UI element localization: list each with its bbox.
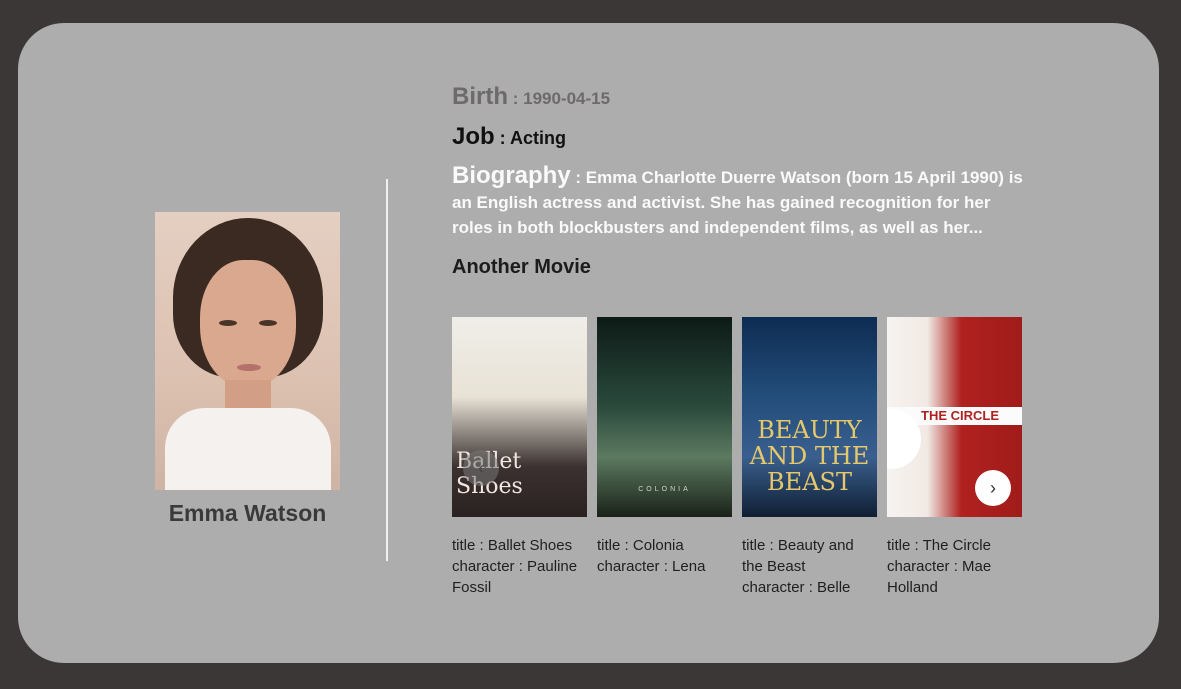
movie-title: Ballet Shoes	[487, 537, 573, 554]
biography-label: Biography	[452, 162, 571, 189]
job-separator: :	[494, 128, 510, 148]
character-label: character	[597, 558, 660, 575]
caption-separator: :	[620, 537, 633, 554]
caption-separator: :	[910, 537, 923, 554]
caption-separator: :	[804, 579, 818, 596]
profile-photo	[155, 212, 340, 490]
birth-separator: :	[508, 89, 524, 108]
person-detail-card: Emma Watson Birth : 1990-04-15 Job : Act…	[18, 23, 1159, 663]
person-info: Birth : 1990-04-15 Job : Acting Biograph…	[452, 83, 1032, 279]
person-name: Emma Watson	[168, 500, 327, 526]
biography-separator: :	[570, 168, 586, 187]
movie-poster[interactable]: Ballet Shoes	[452, 317, 587, 517]
caption-separator: :	[475, 537, 488, 554]
movie-caption: title : The Circle character : Mae Holla…	[887, 535, 1022, 598]
chevron-left-icon: ‹	[478, 457, 484, 478]
movie-carousel: Ballet Shoes title : Ballet Shoes charac…	[452, 317, 1022, 607]
job-label: Job	[452, 123, 495, 150]
movie-title: The Circle	[922, 537, 991, 554]
job-value: Acting	[510, 128, 566, 148]
biography-row: Biography : Emma Charlotte Duerre Watson…	[452, 163, 1032, 240]
movie-character: Belle	[817, 579, 851, 596]
movie-poster[interactable]: COLONIA	[597, 317, 732, 517]
poster-title: COLONIA	[638, 486, 691, 493]
title-label: title	[742, 537, 766, 554]
movie-caption: title : Ballet Shoes character : Pauline…	[452, 535, 587, 598]
title-label: title	[597, 537, 621, 554]
caption-separator: :	[765, 537, 778, 554]
chevron-right-icon: ›	[990, 477, 996, 498]
movie-card[interactable]: BEAUTY AND THE BEAST title : Beauty and …	[742, 317, 877, 598]
birth-label: Birth	[452, 83, 508, 110]
another-movie-heading: Another Movie	[452, 256, 591, 278]
character-label: character	[887, 558, 950, 575]
movie-character: Lena	[672, 558, 706, 575]
title-label: title	[452, 537, 476, 554]
carousel-prev-button[interactable]: ‹	[463, 450, 499, 486]
poster-title: THE CIRCLE	[921, 408, 999, 423]
profile: Emma Watson	[155, 212, 340, 527]
title-label: title	[887, 537, 911, 554]
character-label: character	[452, 558, 515, 575]
caption-separator: :	[659, 558, 673, 575]
caption-separator: :	[514, 558, 528, 575]
movie-card[interactable]: COLONIA title : Colonia character : Lena	[597, 317, 732, 577]
carousel-next-button[interactable]: ›	[975, 470, 1011, 506]
job-row: Job : Acting	[452, 123, 1032, 151]
birth-row: Birth : 1990-04-15	[452, 83, 1032, 111]
poster-title: BEAUTY AND THE BEAST	[749, 416, 870, 496]
movie-poster[interactable]: BEAUTY AND THE BEAST	[742, 317, 877, 517]
caption-separator: :	[949, 558, 963, 575]
vertical-divider	[386, 179, 388, 561]
movie-caption: title : Colonia character : Lena	[597, 535, 732, 577]
movie-caption: title : Beauty and the Beast character :…	[742, 535, 877, 598]
character-label: character	[742, 579, 805, 596]
movie-title: Colonia	[632, 537, 684, 554]
birth-value: 1990-04-15	[523, 89, 611, 108]
